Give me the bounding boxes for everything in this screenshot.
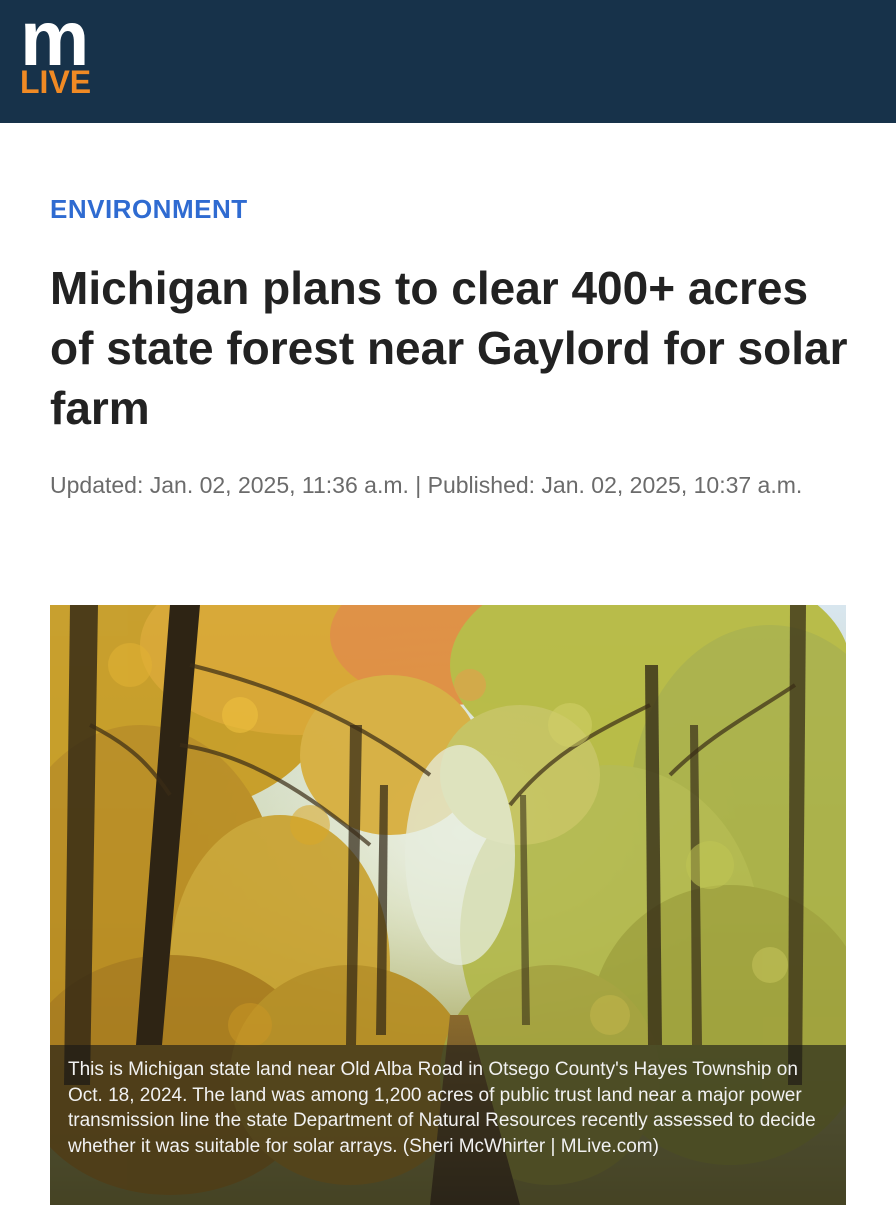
photo-caption: This is Michigan state land near Old Alb… [50, 1045, 846, 1205]
section-link-environment[interactable]: ENVIRONMENT [50, 192, 248, 226]
site-header: m LIVE [0, 0, 896, 123]
logo-m-mark: m [20, 0, 89, 82]
logo-live-wordmark: LIVE [20, 64, 92, 100]
forest-photo[interactable]: This is Michigan state land near Old Alb… [50, 605, 846, 1205]
photo-caption-text: This is Michigan state land near Old Alb… [68, 1059, 816, 1157]
article-dateline: Updated: Jan. 02, 2025, 11:36 a.m. | Pub… [50, 472, 803, 498]
mlive-logo[interactable]: m LIVE [20, 0, 110, 100]
article-headline: Michigan plans to clear 400+ acres of st… [50, 262, 848, 434]
